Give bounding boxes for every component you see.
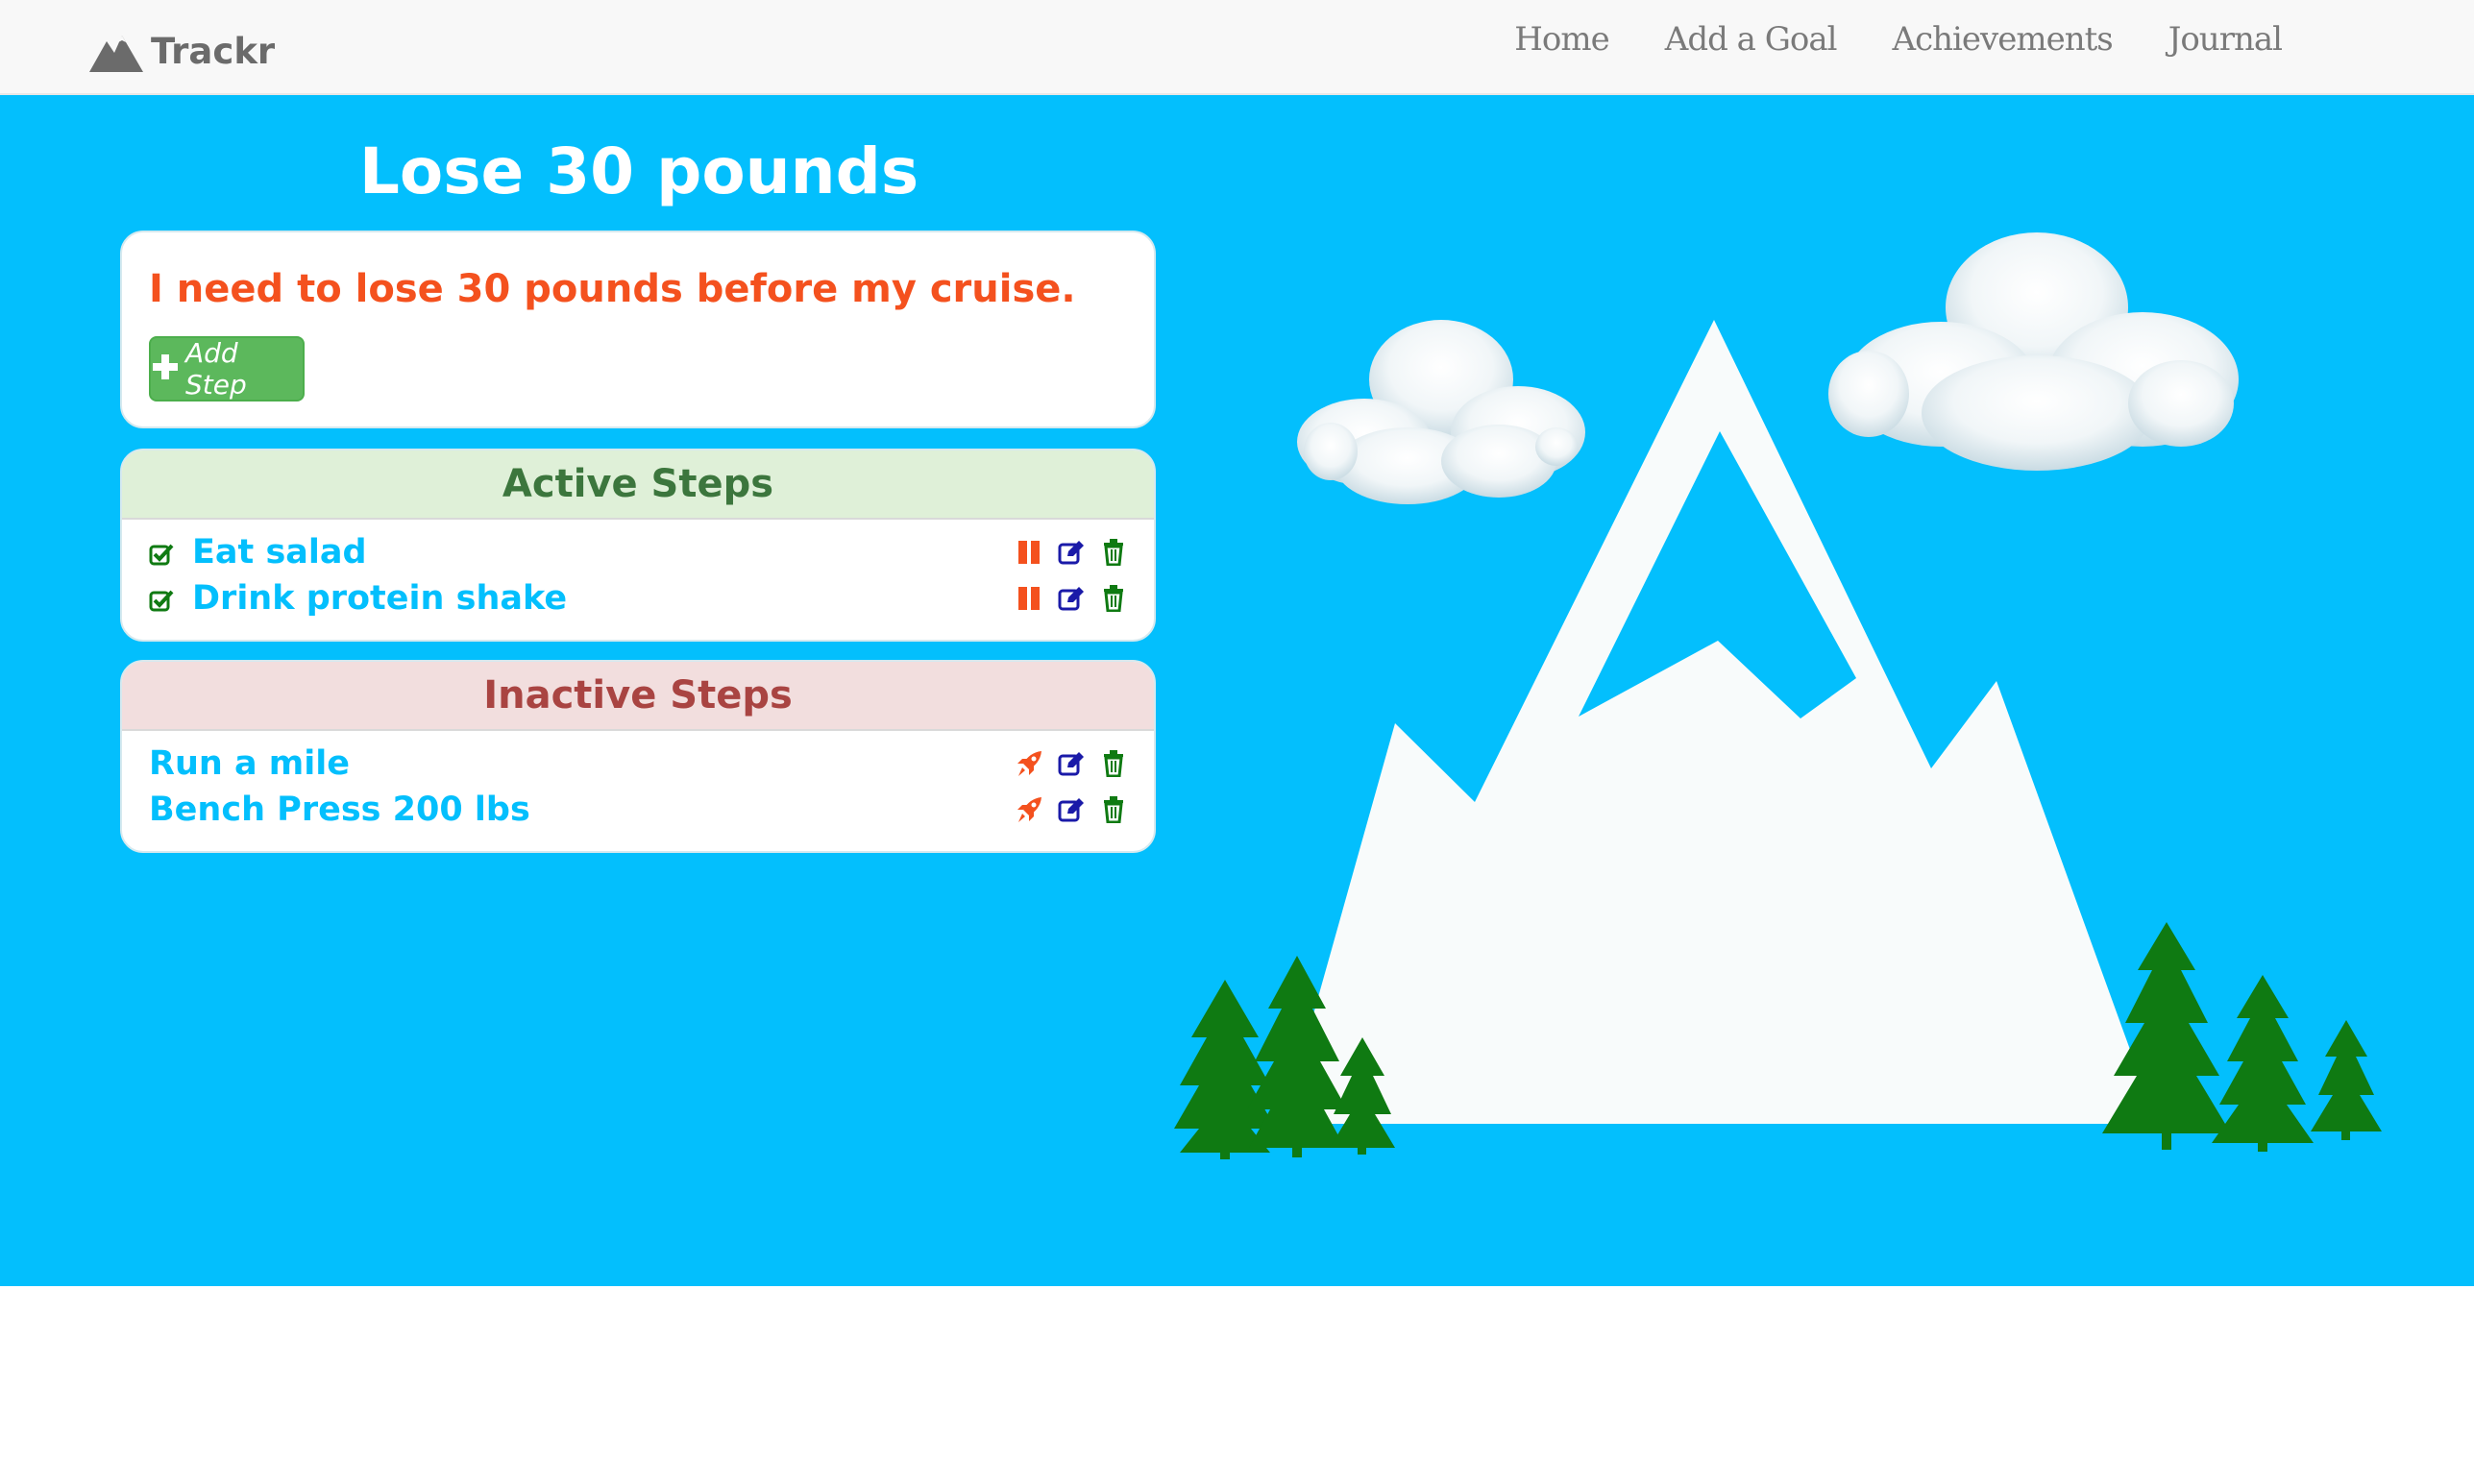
cloud-right [1828, 232, 2239, 471]
check-square-icon[interactable] [149, 589, 174, 612]
step-actions [1000, 796, 1127, 823]
list-item: Bench Press 200 lbs [122, 787, 1154, 833]
goal-description: I need to lose 30 pounds before my cruis… [149, 267, 1076, 311]
step-actions [1000, 539, 1127, 566]
step-label[interactable]: Bench Press 200 lbs [149, 791, 530, 829]
active-steps-list: Eat salad Drink protein shake [122, 520, 1154, 621]
check-square-icon[interactable] [149, 543, 174, 566]
pause-icon[interactable] [1016, 585, 1042, 612]
edit-icon[interactable] [1058, 796, 1085, 823]
trash-icon[interactable] [1100, 796, 1127, 823]
edit-icon[interactable] [1058, 585, 1085, 612]
edit-icon[interactable] [1058, 539, 1085, 566]
inactive-steps-header: Inactive Steps [122, 662, 1154, 731]
step-actions [1000, 750, 1127, 777]
list-item: Run a mile [122, 741, 1154, 787]
plus-icon [151, 350, 180, 388]
tree [2311, 1020, 2382, 1140]
add-step-label: Add Step [185, 337, 247, 401]
active-steps-panel: Active Steps Eat salad Drink protein sha… [120, 449, 1156, 642]
list-item: Eat salad [122, 529, 1154, 575]
step-label[interactable]: Run a mile [149, 744, 350, 783]
rocket-icon[interactable] [1016, 796, 1042, 823]
edit-icon[interactable] [1058, 750, 1085, 777]
goal-description-panel: I need to lose 30 pounds before my cruis… [120, 231, 1156, 428]
add-step-button[interactable]: Add Step [149, 336, 305, 401]
goal-title: Lose 30 pounds [358, 134, 919, 208]
tree [2212, 975, 2314, 1152]
pause-icon[interactable] [1016, 539, 1042, 566]
trees-right [2102, 922, 2382, 1152]
step-label[interactable]: Eat salad [192, 533, 367, 572]
cloud-left [1297, 320, 1585, 504]
trash-icon[interactable] [1100, 539, 1127, 566]
active-steps-header: Active Steps [122, 450, 1154, 520]
rocket-icon[interactable] [1016, 750, 1042, 777]
list-item: Drink protein shake [122, 575, 1154, 621]
trash-icon[interactable] [1100, 750, 1127, 777]
trash-icon[interactable] [1100, 585, 1127, 612]
inactive-steps-list: Run a mile Bench Press 200 lbs [122, 731, 1154, 833]
inactive-steps-panel: Inactive Steps Run a mile Bench Press 20… [120, 660, 1156, 853]
step-actions [1000, 585, 1127, 612]
step-label[interactable]: Drink protein shake [192, 579, 567, 618]
